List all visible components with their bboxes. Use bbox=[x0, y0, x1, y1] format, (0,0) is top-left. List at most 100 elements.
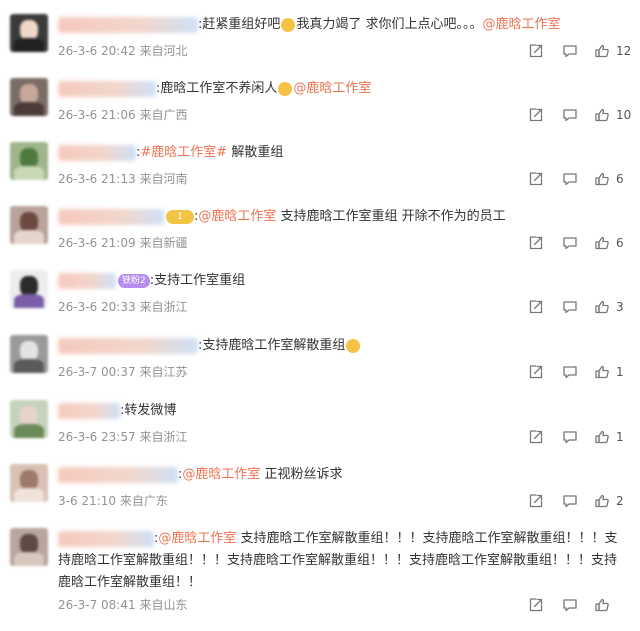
username-blurred[interactable] bbox=[58, 80, 156, 97]
share-icon[interactable] bbox=[528, 597, 544, 613]
like-icon[interactable] bbox=[594, 171, 610, 187]
comment-location: 来自浙江 bbox=[139, 300, 188, 314]
share-icon[interactable] bbox=[528, 171, 544, 187]
avatar[interactable] bbox=[10, 142, 48, 180]
comment-item: :转发微博 26-3-6 23:57 来自浙江 1 bbox=[0, 400, 640, 452]
fire-emoji bbox=[346, 338, 361, 353]
comment-text-prefix: :转发微博 bbox=[120, 403, 177, 418]
mention-link[interactable]: @鹿晗工作室 bbox=[182, 467, 260, 482]
share-icon[interactable] bbox=[528, 429, 544, 445]
mention-link[interactable]: @鹿晗工作室 bbox=[198, 209, 276, 224]
comment-item: :@鹿晗工作室 正视粉丝诉求 3-6 21:10 来自广东 2 bbox=[0, 464, 640, 516]
share-icon[interactable] bbox=[528, 299, 544, 315]
like-icon[interactable] bbox=[594, 43, 610, 59]
avatar-face bbox=[20, 406, 38, 426]
avatar[interactable] bbox=[10, 270, 48, 308]
like-icon[interactable] bbox=[594, 364, 610, 380]
avatar-body bbox=[14, 488, 44, 502]
avatar[interactable] bbox=[10, 400, 48, 438]
avatar[interactable] bbox=[10, 14, 48, 52]
like-count: 6 bbox=[616, 236, 624, 250]
username-blurred[interactable] bbox=[58, 402, 120, 419]
share-icon[interactable] bbox=[528, 235, 544, 251]
like-icon[interactable] bbox=[594, 235, 610, 251]
comment-item: :支持鹿晗工作室解散重组 26-3-7 00:37 来自江苏 1 bbox=[0, 335, 640, 387]
comment-actions: 6 bbox=[528, 234, 638, 252]
comment-text: :@鹿晗工作室 支持鹿晗工作室解散重组！！！支持鹿晗工作室解散重组！！！支持鹿晗… bbox=[58, 528, 626, 594]
comment-icon[interactable] bbox=[562, 493, 578, 509]
mention-link[interactable]: @鹿晗工作室 bbox=[158, 531, 236, 546]
comment-icon[interactable] bbox=[562, 429, 578, 445]
like-count: 1 bbox=[616, 430, 624, 444]
comment-icon[interactable] bbox=[562, 299, 578, 315]
like-icon[interactable] bbox=[594, 107, 610, 123]
comment-meta: 26-3-6 20:42 来自河北 bbox=[58, 42, 187, 60]
like-count: 1 bbox=[616, 365, 624, 379]
like-icon[interactable] bbox=[594, 429, 610, 445]
comment-time: 26-3-6 20:33 bbox=[58, 300, 136, 314]
share-icon[interactable] bbox=[528, 493, 544, 509]
comment-text-prefix: :支持工作室重组 bbox=[149, 273, 246, 288]
avatar-face bbox=[20, 212, 38, 232]
share-icon[interactable] bbox=[528, 364, 544, 380]
like-count: 2 bbox=[616, 494, 624, 508]
username-blurred[interactable] bbox=[58, 530, 154, 547]
username-blurred[interactable] bbox=[58, 208, 164, 225]
avatar[interactable] bbox=[10, 464, 48, 502]
comment-actions: 1 bbox=[528, 428, 638, 446]
sad-emoji bbox=[278, 81, 293, 96]
avatar-face bbox=[20, 20, 38, 40]
mention-link[interactable]: @鹿晗工作室 bbox=[293, 81, 371, 96]
share-icon[interactable] bbox=[528, 107, 544, 123]
comment-text-prefix: :赶紧重组好吧 bbox=[198, 17, 281, 32]
avatar[interactable] bbox=[10, 78, 48, 116]
avatar[interactable] bbox=[10, 528, 48, 566]
share-icon[interactable] bbox=[528, 43, 544, 59]
crown-badge-icon: 1 bbox=[166, 209, 194, 224]
like-icon[interactable] bbox=[594, 597, 610, 613]
comment-icon[interactable] bbox=[562, 364, 578, 380]
avatar-body bbox=[14, 166, 44, 180]
avatar-body bbox=[14, 230, 44, 244]
comment-item: :@鹿晗工作室 支持鹿晗工作室解散重组！！！支持鹿晗工作室解散重组！！！支持鹿晗… bbox=[0, 528, 640, 620]
comment-actions: 3 bbox=[528, 298, 638, 316]
mention-link[interactable]: @鹿晗工作室 bbox=[483, 17, 561, 32]
like-icon[interactable] bbox=[594, 493, 610, 509]
comment-meta: 26-3-6 20:33 来自浙江 bbox=[58, 298, 187, 316]
avatar-face bbox=[20, 341, 38, 361]
comment-text-prefix: :支持鹿晗工作室解散重组 bbox=[198, 338, 346, 353]
username-blurred[interactable] bbox=[58, 466, 178, 483]
comment-meta: 26-3-6 21:09 来自新疆 bbox=[58, 234, 187, 252]
avatar[interactable] bbox=[10, 206, 48, 244]
like-icon[interactable] bbox=[594, 299, 610, 315]
username-blurred[interactable] bbox=[58, 272, 116, 289]
mention-link[interactable]: #鹿晗工作室# bbox=[140, 145, 227, 160]
comment-text: :#鹿晗工作室# 解散重组 bbox=[58, 142, 283, 164]
comment-text: 铁粉2:支持工作室重组 bbox=[58, 270, 245, 292]
comment-feed: :赶紧重组好吧 我真力竭了 求你们上点心吧。。。@鹿晗工作室 26-3-6 20:4… bbox=[0, 0, 640, 631]
comment-icon[interactable] bbox=[562, 235, 578, 251]
badge-label: 铁粉2 bbox=[122, 275, 146, 286]
comment-meta: 26-3-7 08:41 来自山东 bbox=[58, 596, 187, 614]
username-blurred[interactable] bbox=[58, 337, 198, 354]
username-blurred[interactable] bbox=[58, 16, 198, 33]
avatar[interactable] bbox=[10, 335, 48, 373]
avatar-body bbox=[14, 424, 44, 438]
comment-meta: 3-6 21:10 来自广东 bbox=[58, 492, 168, 510]
avatar-body bbox=[14, 102, 44, 116]
comment-meta: 26-3-6 21:13 来自河南 bbox=[58, 170, 187, 188]
comment-text: 1:@鹿晗工作室 支持鹿晗工作室重组 开除不作为的员工 bbox=[58, 206, 506, 228]
comment-location: 来自浙江 bbox=[139, 430, 188, 444]
comment-text-prefix: :鹿晗工作室不养闲人 bbox=[156, 81, 278, 96]
comment-location: 来自河北 bbox=[139, 44, 188, 58]
comment-actions: 1 bbox=[528, 363, 638, 381]
comment-icon[interactable] bbox=[562, 43, 578, 59]
username-blurred[interactable] bbox=[58, 144, 136, 161]
comment-item: :#鹿晗工作室# 解散重组 26-3-6 21:13 来自河南 6 bbox=[0, 142, 640, 194]
comment-icon[interactable] bbox=[562, 171, 578, 187]
comment-meta: 26-3-6 21:06 来自广西 bbox=[58, 106, 187, 124]
comment-location: 来自广西 bbox=[139, 108, 188, 122]
comment-icon[interactable] bbox=[562, 597, 578, 613]
comment-item: 1:@鹿晗工作室 支持鹿晗工作室重组 开除不作为的员工 26-3-6 21:09 … bbox=[0, 206, 640, 258]
comment-icon[interactable] bbox=[562, 107, 578, 123]
